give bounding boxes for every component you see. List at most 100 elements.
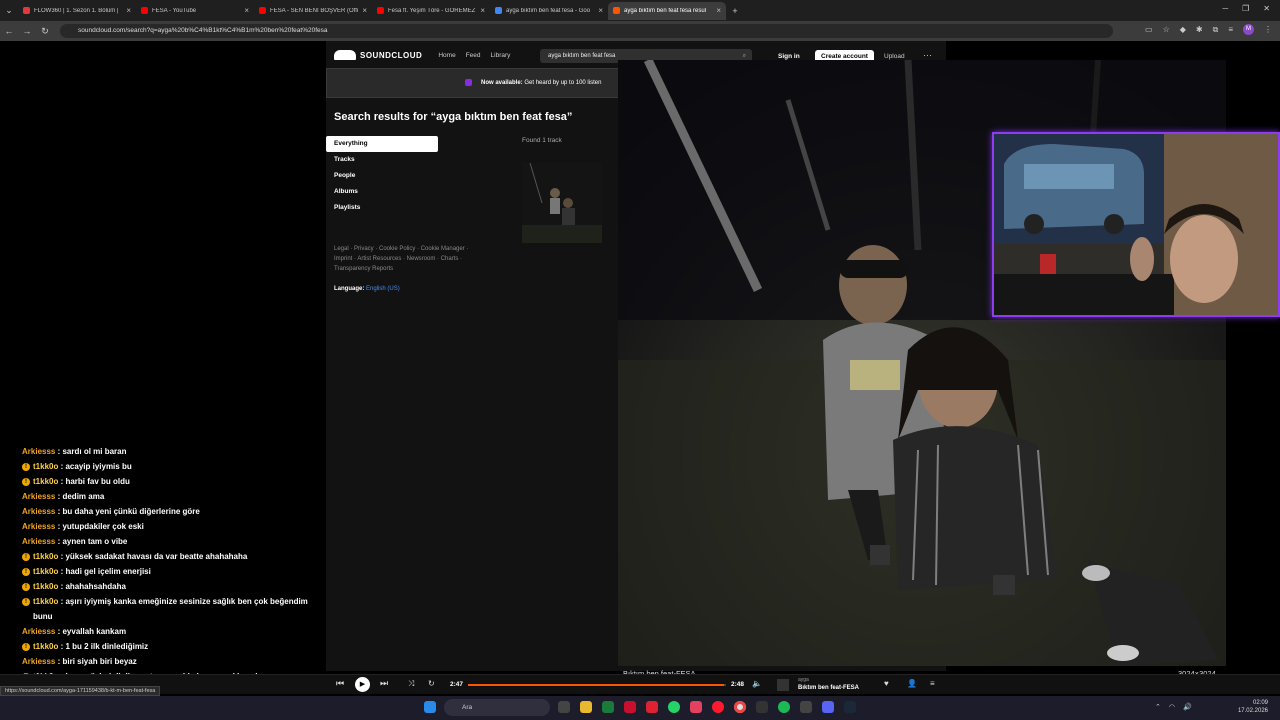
tab-close-icon[interactable]: × <box>244 6 249 15</box>
volume-icon[interactable]: 🔈 <box>752 679 762 688</box>
language-link[interactable]: English (US) <box>366 286 400 292</box>
windows-start-icon[interactable] <box>424 701 436 713</box>
upload-link[interactable]: Upload <box>884 53 905 60</box>
chat-username[interactable]: t1kk0o <box>33 597 58 606</box>
chat-text: aşırı iyiymiş kanka emeğinize sesinize s… <box>33 597 308 621</box>
whatsapp-icon[interactable] <box>668 701 680 713</box>
chat-username[interactable]: Arkiesss <box>22 627 55 636</box>
tab-close-icon[interactable]: × <box>480 6 485 15</box>
filter-tracks[interactable]: Tracks <box>326 152 438 168</box>
excel-icon[interactable] <box>602 701 614 713</box>
browser-tab[interactable]: FLOW360 | 1. Sezon 1. Bölüm | × <box>18 2 136 20</box>
filter-everything[interactable]: Everything <box>326 136 438 152</box>
filter-albums[interactable]: Albums <box>326 184 438 200</box>
repeat-icon[interactable]: ↻ <box>428 679 435 688</box>
chat-username[interactable]: t1kk0o <box>33 567 58 576</box>
nav-feed[interactable]: Feed <box>466 52 481 59</box>
task-view-icon[interactable] <box>558 701 570 713</box>
app-icon[interactable] <box>756 701 768 713</box>
instagram-icon[interactable] <box>690 701 702 713</box>
tab-close-icon[interactable]: × <box>126 6 131 15</box>
player-track-title[interactable]: Bıktım ben feat-FESA <box>798 685 859 691</box>
chat-username[interactable]: t1kk0o <box>33 462 58 471</box>
artwork-image <box>522 163 602 243</box>
tab-close-icon[interactable]: × <box>716 6 721 15</box>
filter-playlists[interactable]: Playlists <box>326 200 438 216</box>
url-input[interactable]: soundcloud.com/search?q=ayga%20b%C4%B1kt… <box>60 24 1113 38</box>
minimize-icon[interactable]: ─ <box>1222 4 1228 13</box>
soundcloud-logo[interactable]: SOUNDCLOUD <box>334 50 422 60</box>
chevron-up-icon[interactable]: ⌃ <box>1155 703 1161 711</box>
cast-icon[interactable]: ▭ <box>1145 25 1153 34</box>
reload-icon[interactable]: ↻ <box>36 26 54 37</box>
sign-in-button[interactable]: Sign in <box>778 53 800 60</box>
chat-username[interactable]: Arkiesss <box>22 492 55 501</box>
browser-tab[interactable]: FESA - YouTube × <box>136 2 254 20</box>
filter-people[interactable]: People <box>326 168 438 184</box>
extensions-puzzle-icon[interactable]: ⧉ <box>1213 25 1219 35</box>
netflix-icon[interactable] <box>624 701 636 713</box>
chat-username[interactable]: Arkiesss <box>22 447 55 456</box>
taskbar-clock[interactable]: 02:09 17.02.2026 <box>1238 699 1268 715</box>
more-options-icon[interactable]: ··· <box>923 50 932 60</box>
taskbar-search-input[interactable]: Ara <box>444 699 550 716</box>
chat-username[interactable]: Arkiesss <box>22 522 55 531</box>
chat-username[interactable]: t1kk0o <box>33 642 58 651</box>
footer-line[interactable]: Legal · Privacy · Cookie Policy · Cookie… <box>334 244 494 254</box>
bookmark-star-icon[interactable]: ☆ <box>1163 25 1170 34</box>
discord-icon[interactable] <box>822 701 834 713</box>
browser-tab[interactable]: Fesa ft. Yeşim Töre - GÖREMEZ × <box>372 2 490 20</box>
menu-kebab-icon[interactable]: ⋮ <box>1264 25 1272 34</box>
back-icon[interactable]: ← <box>0 26 18 36</box>
browser-tab[interactable]: ayga bıktım ben feat fesa - Goo × <box>490 2 608 20</box>
like-icon[interactable]: ♥ <box>884 679 889 688</box>
shuffle-icon[interactable]: ⤨ <box>408 679 414 689</box>
previous-track-icon[interactable]: ⏮ <box>336 678 344 689</box>
progress-bar[interactable] <box>468 684 726 686</box>
chat-username[interactable]: Arkiesss <box>22 657 55 666</box>
restore-icon[interactable]: ❐ <box>1242 4 1249 13</box>
track-artwork[interactable] <box>522 163 602 243</box>
spotify-icon[interactable] <box>778 701 790 713</box>
app-icon[interactable] <box>800 701 812 713</box>
close-window-icon[interactable]: ✕ <box>1263 4 1270 13</box>
nav-home[interactable]: Home <box>438 52 455 59</box>
chat-username[interactable]: Arkiesss <box>22 537 55 546</box>
follow-icon[interactable]: 👤 <box>907 679 917 688</box>
banner-text: Get heard by up to 100 listen <box>524 80 602 86</box>
profile-avatar[interactable]: M <box>1243 24 1254 35</box>
wifi-icon[interactable]: ◠ <box>1169 703 1175 711</box>
tab-list-icon[interactable]: ⌄ <box>0 5 18 16</box>
player-artist[interactable]: ayga <box>798 677 809 683</box>
extension-icon[interactable]: ✱ <box>1196 25 1203 34</box>
chrome-icon[interactable] <box>734 701 746 713</box>
chat-username[interactable]: t1kk0o <box>33 582 58 591</box>
chat-username[interactable]: t1kk0o <box>33 552 58 561</box>
footer-line[interactable]: Transparency Reports <box>334 264 494 274</box>
tab-close-icon[interactable]: × <box>362 6 367 15</box>
nav-library[interactable]: Library <box>491 52 511 59</box>
opera-icon[interactable] <box>712 701 724 713</box>
queue-icon[interactable]: ≡ <box>930 679 935 688</box>
steam-icon[interactable] <box>844 701 856 713</box>
tab-search-icon[interactable]: ≡ <box>1228 25 1233 34</box>
webcam-image <box>994 134 1278 315</box>
chat-username[interactable]: Arkiesss <box>22 507 55 516</box>
promo-banner[interactable]: Now available: Get heard by up to 100 li… <box>326 68 626 98</box>
chat-message: ! t1kk0o : ahahahsahdaha <box>22 579 322 594</box>
player-artwork[interactable] <box>777 679 789 691</box>
forward-icon[interactable]: → <box>18 26 36 36</box>
next-track-icon[interactable]: ⏭ <box>380 678 388 689</box>
chat-username[interactable]: t1kk0o <box>33 477 58 486</box>
duration-time: 2:48 <box>731 681 745 688</box>
browser-tab[interactable]: FESA - SEN BENİ BOŞVER (Offi × <box>254 2 372 20</box>
play-button[interactable]: ▶ <box>355 677 370 692</box>
speaker-icon[interactable]: 🔊 <box>1183 703 1192 711</box>
browser-tab[interactable]: ayga bıktım ben feat fesa resul × <box>608 1 726 20</box>
file-explorer-icon[interactable] <box>580 701 592 713</box>
app-icon[interactable] <box>646 701 658 713</box>
footer-line[interactable]: Imprint · Artist Resources · Newsroom · … <box>334 254 494 264</box>
new-tab-button[interactable]: + <box>726 6 744 16</box>
shield-icon[interactable]: ◆ <box>1180 25 1186 34</box>
tab-close-icon[interactable]: × <box>598 6 603 15</box>
